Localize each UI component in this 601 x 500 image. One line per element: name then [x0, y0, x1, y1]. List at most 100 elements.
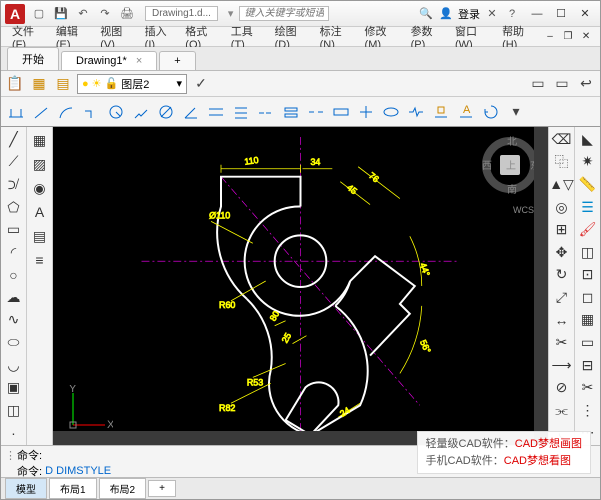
- dim-break-icon[interactable]: [305, 100, 327, 124]
- cut-tool[interactable]: ✂: [577, 377, 599, 398]
- layout-add-tab[interactable]: +: [148, 480, 176, 497]
- dropdown-icon[interactable]: ▾: [228, 7, 234, 20]
- search-icon[interactable]: 🔍: [418, 6, 434, 22]
- minimize-button[interactable]: —: [526, 5, 548, 23]
- redo-icon[interactable]: ↷: [97, 6, 113, 22]
- select-tool[interactable]: ▭: [577, 332, 599, 353]
- layout2-tab[interactable]: 布局2: [99, 478, 147, 499]
- search-input[interactable]: [239, 6, 329, 21]
- close-button[interactable]: ✕: [574, 5, 596, 23]
- mdi-close[interactable]: ✕: [578, 30, 594, 44]
- dim-update-icon[interactable]: [480, 100, 502, 124]
- layer-uniso-icon[interactable]: ▭: [552, 74, 572, 94]
- mline-tool[interactable]: ≡: [29, 249, 51, 271]
- stretch-tool[interactable]: ↔: [551, 310, 573, 331]
- inspect-icon[interactable]: [380, 100, 402, 124]
- app-logo[interactable]: A: [5, 4, 25, 24]
- wipeout-tool[interactable]: ◻: [577, 287, 599, 308]
- insert-block-tool[interactable]: ▣: [3, 377, 25, 398]
- jog-line-icon[interactable]: [405, 100, 427, 124]
- erase-tool[interactable]: ⌫: [551, 129, 573, 150]
- dim-angular-icon[interactable]: [180, 100, 202, 124]
- ellipse-tool[interactable]: ⬭: [3, 332, 25, 353]
- layer-make-current-icon[interactable]: ✓: [191, 74, 211, 94]
- draworder-tool[interactable]: ▦: [577, 310, 599, 331]
- rotate-tool[interactable]: ↻: [551, 264, 573, 285]
- layer-dropdown[interactable]: ● ☀ 🔓 图层2 ▾: [77, 74, 187, 94]
- exchange-icon[interactable]: ✕: [484, 6, 500, 22]
- tab-start[interactable]: 开始: [7, 47, 59, 70]
- tab-close-icon[interactable]: ×: [136, 55, 142, 67]
- chamfer-tool[interactable]: ◣: [577, 129, 599, 150]
- dim-continue-icon[interactable]: [255, 100, 277, 124]
- layer-states-icon[interactable]: ▦: [29, 74, 49, 94]
- extend-tool[interactable]: ⟶: [551, 355, 573, 376]
- layer-filter-icon[interactable]: ▤: [53, 74, 73, 94]
- circle-tool[interactable]: ○: [3, 264, 25, 285]
- print-icon[interactable]: 🖨: [119, 6, 135, 22]
- dim-diameter-icon[interactable]: [155, 100, 177, 124]
- maximize-button[interactable]: ☐: [550, 5, 572, 23]
- layer-prev-icon[interactable]: ↩: [576, 74, 596, 94]
- dim-aligned-icon[interactable]: [30, 100, 52, 124]
- dim-edit-icon[interactable]: [430, 100, 452, 124]
- offset-tool[interactable]: ◎: [551, 197, 573, 218]
- save-icon[interactable]: 💾: [53, 6, 69, 22]
- dim-style-icon[interactable]: ▾: [505, 100, 527, 124]
- user-icon[interactable]: 👤: [438, 6, 454, 22]
- tolerance-icon[interactable]: [330, 100, 352, 124]
- model-tab[interactable]: 模型: [5, 478, 47, 499]
- layer-props-icon[interactable]: 📋: [5, 74, 25, 94]
- dim-radius-icon[interactable]: [105, 100, 127, 124]
- join-tool[interactable]: ⫘: [551, 400, 573, 421]
- make-block-tool[interactable]: ◫: [3, 400, 25, 421]
- line-tool[interactable]: ╱: [3, 129, 25, 150]
- properties-tool[interactable]: ☰: [577, 197, 599, 218]
- grip-icon[interactable]: ⋮⋮: [5, 449, 17, 462]
- arc-tool[interactable]: ◜: [3, 242, 25, 263]
- group-tool[interactable]: ◫: [577, 242, 599, 263]
- table-tool[interactable]: ▤: [29, 225, 51, 247]
- dim-quick-icon[interactable]: [205, 100, 227, 124]
- layer-iso-icon[interactable]: ▭: [528, 74, 548, 94]
- construction-line-tool[interactable]: ⟋: [3, 152, 25, 173]
- rectangle-tool[interactable]: ▭: [3, 219, 25, 240]
- match-props-tool[interactable]: 🖌: [577, 219, 599, 240]
- break-tool[interactable]: ⊘: [551, 377, 573, 398]
- array-tool[interactable]: ⊞: [551, 219, 573, 240]
- center-mark-icon[interactable]: [355, 100, 377, 124]
- dim-arc-icon[interactable]: [55, 100, 77, 124]
- dim-tedit-icon[interactable]: A: [455, 100, 477, 124]
- revision-cloud-tool[interactable]: ☁: [3, 287, 25, 308]
- scale-tool[interactable]: ⤢: [551, 287, 573, 308]
- tab-drawing1[interactable]: Drawing1* ×: [61, 51, 157, 70]
- mdi-restore[interactable]: ❐: [560, 30, 576, 44]
- dim-baseline-icon[interactable]: [230, 100, 252, 124]
- dim-jogged-icon[interactable]: [130, 100, 152, 124]
- drawing-canvas[interactable]: 110 34 76 45 44° 56° Ø110 R60 80 25 R53 …: [53, 127, 548, 445]
- point-tool[interactable]: ·: [3, 423, 25, 444]
- help-icon[interactable]: ?: [504, 6, 520, 22]
- login-link[interactable]: 登录: [458, 6, 480, 22]
- dim-linear-icon[interactable]: [5, 100, 27, 124]
- open-icon[interactable]: ▢: [31, 6, 47, 22]
- region-tool[interactable]: ◉: [29, 177, 51, 199]
- view-cube[interactable]: 上 北 南 东 西: [480, 135, 540, 195]
- copy-tool[interactable]: ⿻: [551, 152, 573, 173]
- layout1-tab[interactable]: 布局1: [49, 478, 97, 499]
- text-tool[interactable]: A: [29, 201, 51, 223]
- gradient-tool[interactable]: ▨: [29, 153, 51, 175]
- dim-ordinate-icon[interactable]: [80, 100, 102, 124]
- explode-tool[interactable]: ✷: [577, 152, 599, 173]
- trim-tool[interactable]: ✂: [551, 332, 573, 353]
- divide-tool[interactable]: ⋮: [577, 400, 599, 421]
- qselect-tool[interactable]: ⊟: [577, 355, 599, 376]
- mirror-tool[interactable]: ▲▽: [551, 174, 573, 195]
- dim-space-icon[interactable]: [280, 100, 302, 124]
- polyline-tool[interactable]: ⟉: [3, 174, 25, 195]
- polygon-tool[interactable]: ⬠: [3, 197, 25, 218]
- undo-icon[interactable]: ↶: [75, 6, 91, 22]
- vertical-scrollbar[interactable]: [534, 127, 548, 431]
- measure-tool[interactable]: 📏: [577, 174, 599, 195]
- ellipse-arc-tool[interactable]: ◡: [3, 355, 25, 376]
